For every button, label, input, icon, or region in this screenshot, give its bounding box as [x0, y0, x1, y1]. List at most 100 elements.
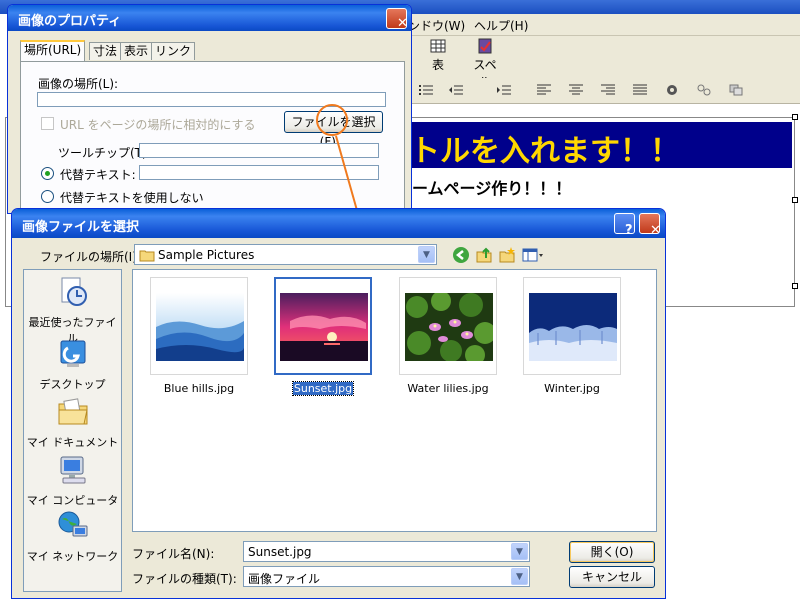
prop-title: 画像のプロパティ	[18, 14, 122, 29]
tooltip-input[interactable]	[139, 143, 379, 158]
filename-label: ファイル名(N):	[132, 547, 215, 561]
look-in-label: ファイルの場所(I):	[40, 250, 141, 264]
indent-icon[interactable]	[496, 83, 512, 97]
alt-text-input[interactable]	[139, 165, 379, 180]
resize-handle[interactable]	[792, 197, 798, 203]
close-button[interactable]: ✕	[639, 213, 661, 238]
my-computer-icon	[60, 456, 85, 484]
tab-link[interactable]: リンク	[151, 42, 196, 60]
tooltip-label: ツールチップ(T):	[58, 146, 151, 160]
align-center-icon[interactable]	[568, 83, 584, 97]
place-my-computer[interactable]: マイ コンピュータ	[24, 454, 121, 508]
file-name: Blue hills.jpg	[163, 382, 235, 395]
chevron-down-icon[interactable]: ▼	[511, 568, 528, 585]
filename-value: Sunset.jpg	[248, 545, 312, 559]
tab-display[interactable]: 表示	[120, 42, 153, 60]
annotation-circle	[316, 104, 348, 136]
new-folder-icon[interactable]	[498, 246, 516, 264]
back-icon[interactable]	[452, 246, 470, 264]
relative-url-checkbox[interactable]	[41, 117, 54, 130]
layer-icon[interactable]	[728, 83, 744, 97]
file-item-water-lilies[interactable]: Water lilies.jpg	[399, 277, 497, 397]
resize-handle[interactable]	[792, 283, 798, 289]
place-label: マイ ネットワーク	[26, 550, 119, 563]
align-left-icon[interactable]	[536, 83, 552, 97]
prop-title-bar: 画像のプロパティ ✕	[8, 5, 411, 31]
thumbnail-frame	[399, 277, 497, 375]
relative-url-label: URL をページの場所に相対的にする	[60, 118, 256, 132]
place-recent[interactable]: 最近使ったファイル	[24, 276, 121, 346]
select-image-file-dialog: 画像ファイルを選択 ? ✕ ファイルの場所(I): Sample Picture…	[11, 208, 666, 599]
menu-help[interactable]: ヘルプ(H)	[474, 17, 528, 34]
justify-icon[interactable]	[632, 83, 648, 97]
my-network-icon	[58, 511, 87, 537]
file-dialog-title: 画像ファイルを選択	[22, 220, 140, 235]
thumbnail-frame	[150, 277, 248, 375]
menu-window[interactable]: ンドウ(W)	[408, 17, 465, 34]
file-dialog-title-bar: 画像ファイルを選択 ? ✕	[12, 209, 665, 238]
close-button[interactable]: ✕	[386, 8, 408, 31]
editor-toolbar: 表 スペル	[400, 36, 800, 89]
folder-icon	[139, 250, 155, 262]
place-desktop[interactable]: デスクトップ	[24, 338, 121, 392]
place-my-documents[interactable]: マイ ドキュメント	[24, 396, 121, 450]
filetype-dropdown[interactable]: 画像ファイル ▼	[243, 566, 530, 587]
file-name: Water lilies.jpg	[407, 382, 489, 395]
alt-text-radio[interactable]	[41, 167, 54, 180]
table-label: 表	[431, 58, 444, 72]
insert-table-button[interactable]: 表	[428, 38, 448, 73]
filename-input[interactable]: Sunset.jpg ▼	[243, 541, 530, 562]
look-in-value: Sample Pictures	[158, 248, 255, 262]
place-label: マイ コンピュータ	[26, 494, 119, 507]
chevron-down-icon[interactable]: ▼	[418, 246, 435, 263]
page-subline: ームページ作り！！！	[412, 179, 572, 198]
tab-dimensions[interactable]: 寸法	[89, 42, 122, 60]
winter-thumbnail	[529, 293, 617, 361]
table-icon	[430, 39, 446, 53]
tab-location[interactable]: 場所(URL)	[20, 40, 86, 61]
file-name: Winter.jpg	[544, 382, 600, 395]
filetype-value: 画像ファイル	[248, 572, 321, 586]
desktop-icon	[60, 340, 85, 367]
file-name: Sunset.jpg	[291, 381, 355, 396]
editor-menu-bar: ンドウ(W) ヘルプ(H)	[400, 14, 800, 36]
view-menu-icon[interactable]	[522, 246, 544, 264]
file-item-blue-hills[interactable]: Blue hills.jpg	[150, 277, 248, 397]
blue-hills-thumbnail	[156, 293, 244, 361]
chevron-down-icon[interactable]: ▼	[511, 543, 528, 560]
link-icon[interactable]	[664, 83, 680, 97]
image-location-label: 画像の場所(L):	[38, 77, 119, 91]
resize-handle[interactable]	[792, 114, 798, 120]
help-icon: ?	[625, 223, 633, 238]
cancel-button[interactable]: キャンセル	[569, 566, 655, 588]
sunset-thumbnail	[280, 293, 368, 361]
open-button[interactable]: 開く(O)	[569, 541, 655, 563]
close-icon: ✕	[650, 223, 661, 238]
page-headline: トルを入れます！！	[410, 134, 680, 169]
anchor-icon[interactable]	[696, 83, 712, 97]
place-my-network[interactable]: マイ ネットワーク	[24, 510, 121, 564]
look-in-dropdown[interactable]: Sample Pictures ▼	[134, 244, 437, 265]
spell-check-icon	[478, 38, 492, 54]
recent-documents-icon	[61, 277, 87, 306]
format-toolbar	[400, 78, 800, 104]
outdent-icon[interactable]	[448, 83, 464, 97]
thumbnail-frame	[523, 277, 621, 375]
no-alt-text-label: 代替テキストを使用しない	[60, 191, 204, 205]
place-label: マイ ドキュメント	[26, 436, 119, 449]
my-documents-icon	[58, 398, 88, 425]
place-label: デスクトップ	[39, 378, 106, 391]
file-item-sunset[interactable]: Sunset.jpg	[274, 277, 372, 397]
numbered-list-icon[interactable]	[418, 83, 434, 97]
up-folder-icon[interactable]	[475, 246, 493, 264]
close-icon: ✕	[397, 16, 408, 31]
file-item-winter[interactable]: Winter.jpg	[523, 277, 621, 397]
file-list: Blue hills.jpg Sunset.jpg Water lilies.j…	[132, 269, 657, 532]
thumbnail-frame	[274, 277, 372, 375]
help-button[interactable]: ?	[614, 213, 635, 238]
places-bar: 最近使ったファイル デスクトップ マイ ドキュメント マイ コンピュータ マイ …	[23, 269, 122, 592]
no-alt-text-radio[interactable]	[41, 190, 54, 203]
align-right-icon[interactable]	[600, 83, 616, 97]
alt-text-label: 代替テキスト:	[60, 168, 136, 182]
water-lilies-thumbnail	[405, 293, 493, 361]
